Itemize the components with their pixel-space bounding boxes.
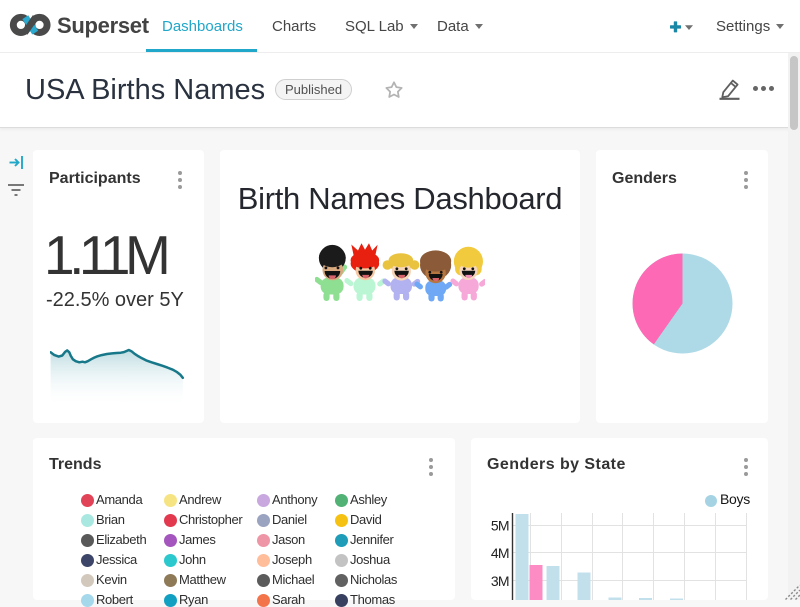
svg-text:5M: 5M: [491, 518, 509, 534]
svg-text:3M: 3M: [491, 573, 509, 589]
svg-text:4M: 4M: [491, 545, 509, 561]
